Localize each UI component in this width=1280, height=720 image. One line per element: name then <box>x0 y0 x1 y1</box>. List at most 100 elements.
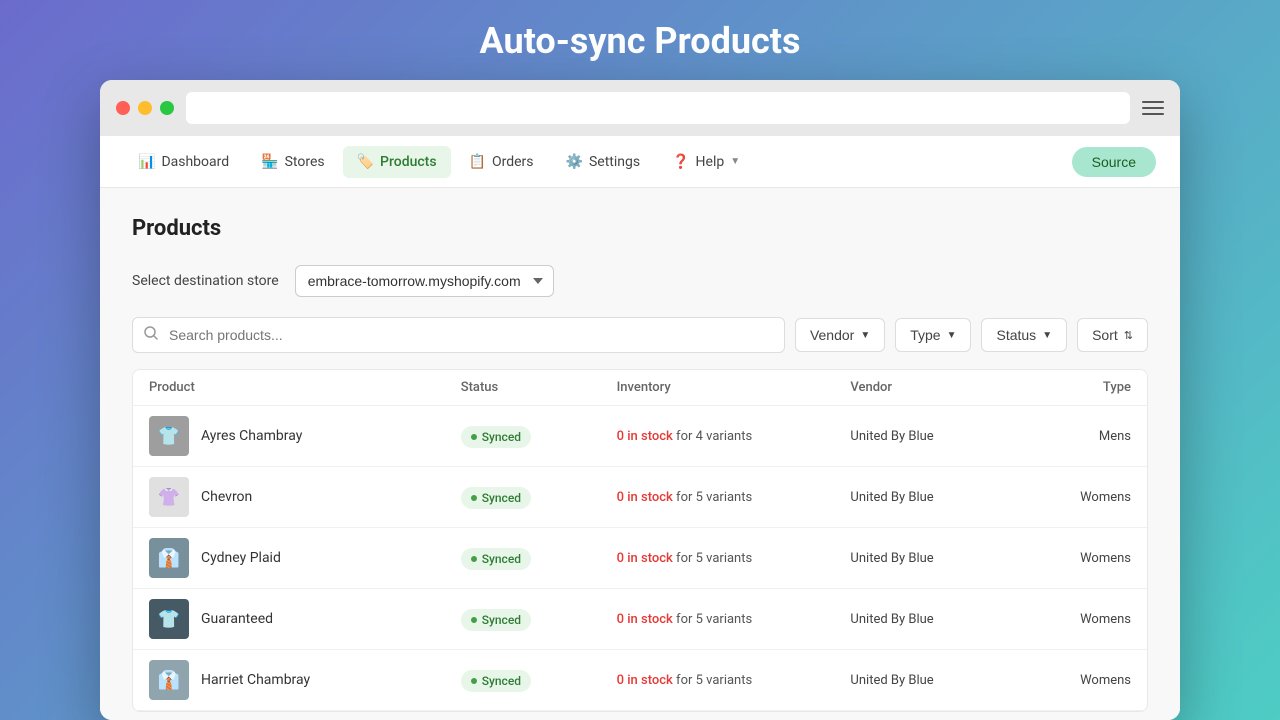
close-button[interactable] <box>116 101 130 115</box>
vendor-cell: United By Blue <box>850 612 1006 627</box>
table-body: 👕 Ayres Chambray Synced 0 in stock for 4… <box>133 406 1147 711</box>
nav-products-label: Products <box>380 154 437 170</box>
status-dot-icon <box>471 617 477 623</box>
filters-row: Vendor ▼ Type ▼ Status ▼ Sort ⇅ <box>132 317 1148 353</box>
product-thumbnail: 👕 <box>149 599 189 639</box>
main-content: Products Select destination store embrac… <box>100 188 1180 720</box>
type-cell: Womens <box>1006 673 1131 688</box>
settings-icon: ⚙️ <box>566 154 583 170</box>
table-row[interactable]: 👔 Harriet Chambray Synced 0 in stock for… <box>133 650 1147 711</box>
product-thumbnail: 👔 <box>149 660 189 700</box>
type-filter-button[interactable]: Type ▼ <box>895 318 971 352</box>
stores-icon: 🏪 <box>261 154 278 170</box>
product-name: Ayres Chambray <box>201 428 302 444</box>
status-cell: Synced <box>461 608 617 631</box>
address-bar[interactable] <box>186 92 1130 124</box>
minimize-button[interactable] <box>138 101 152 115</box>
vendor-cell: United By Blue <box>850 490 1006 505</box>
search-input[interactable] <box>132 317 785 353</box>
product-thumbnail: 👚 <box>149 477 189 517</box>
status-dot-icon <box>471 434 477 440</box>
status-cell: Synced <box>461 425 617 448</box>
source-button[interactable]: Source <box>1072 147 1156 177</box>
out-of-stock-text: 0 in stock <box>617 490 673 505</box>
table-row[interactable]: 👚 Chevron Synced 0 in stock for 5 varian… <box>133 467 1147 528</box>
inventory-cell: 0 in stock for 4 variants <box>617 429 851 444</box>
inventory-cell: 0 in stock for 5 variants <box>617 490 851 505</box>
sort-icon: ⇅ <box>1124 329 1133 342</box>
vendor-chevron-icon: ▼ <box>860 330 870 341</box>
type-cell: Mens <box>1006 429 1131 444</box>
app-content: 📊 Dashboard 🏪 Stores 🏷️ Products 📋 Order… <box>100 136 1180 720</box>
inventory-cell: 0 in stock for 5 variants <box>617 551 851 566</box>
product-name: Harriet Chambray <box>201 672 310 688</box>
product-name: Cydney Plaid <box>201 550 281 566</box>
type-cell: Womens <box>1006 612 1131 627</box>
nav-item-orders[interactable]: 📋 Orders <box>455 146 548 178</box>
status-chevron-icon: ▼ <box>1042 330 1052 341</box>
status-filter-button[interactable]: Status ▼ <box>981 318 1067 352</box>
table-row[interactable]: 👔 Cydney Plaid Synced 0 in stock for 5 v… <box>133 528 1147 589</box>
nav-item-products[interactable]: 🏷️ Products <box>343 146 451 178</box>
type-cell: Womens <box>1006 490 1131 505</box>
status-dot-icon <box>471 678 477 684</box>
status-badge: Synced <box>461 487 531 509</box>
traffic-lights <box>116 101 174 115</box>
page-title: Auto-sync Products <box>480 20 801 62</box>
fullscreen-button[interactable] <box>160 101 174 115</box>
help-icon: ❓ <box>672 154 689 170</box>
orders-icon: 📋 <box>469 154 486 170</box>
col-type: Type <box>1006 380 1131 395</box>
section-heading: Products <box>132 216 1148 241</box>
nav-item-settings[interactable]: ⚙️ Settings <box>552 146 655 178</box>
nav-item-dashboard[interactable]: 📊 Dashboard <box>124 146 243 178</box>
status-cell: Synced <box>461 486 617 509</box>
status-cell: Synced <box>461 669 617 692</box>
out-of-stock-text: 0 in stock <box>617 551 673 566</box>
type-filter-label: Type <box>910 327 940 343</box>
status-dot-icon <box>471 556 477 562</box>
search-icon <box>144 326 158 344</box>
out-of-stock-text: 0 in stock <box>617 429 673 444</box>
store-selector-label: Select destination store <box>132 273 279 289</box>
browser-window: 📊 Dashboard 🏪 Stores 🏷️ Products 📋 Order… <box>100 80 1180 720</box>
products-icon: 🏷️ <box>357 154 374 170</box>
product-name: Guaranteed <box>201 611 273 627</box>
sort-button[interactable]: Sort ⇅ <box>1077 318 1148 352</box>
product-cell: 👔 Cydney Plaid <box>149 538 461 578</box>
vendor-filter-button[interactable]: Vendor ▼ <box>795 318 885 352</box>
type-chevron-icon: ▼ <box>947 330 957 341</box>
table-row[interactable]: 👕 Guaranteed Synced 0 in stock for 5 var… <box>133 589 1147 650</box>
product-cell: 👕 Guaranteed <box>149 599 461 639</box>
status-badge: Synced <box>461 670 531 692</box>
col-vendor: Vendor <box>850 380 1006 395</box>
nav-stores-label: Stores <box>285 154 325 170</box>
nav-dashboard-label: Dashboard <box>161 154 229 170</box>
table-header: Product Status Inventory Vendor Type <box>133 370 1147 406</box>
product-name: Chevron <box>201 489 252 505</box>
nav-help-label: Help <box>696 154 725 170</box>
nav-item-stores[interactable]: 🏪 Stores <box>247 146 338 178</box>
nav-item-help[interactable]: ❓ Help ▼ <box>658 146 754 178</box>
product-cell: 👚 Chevron <box>149 477 461 517</box>
product-cell: 👕 Ayres Chambray <box>149 416 461 456</box>
product-thumbnail: 👕 <box>149 416 189 456</box>
vendor-cell: United By Blue <box>850 429 1006 444</box>
vendor-cell: United By Blue <box>850 673 1006 688</box>
store-selector-row: Select destination store embrace-tomorro… <box>132 265 1148 297</box>
inventory-cell: 0 in stock for 5 variants <box>617 612 851 627</box>
sort-label: Sort <box>1092 327 1118 343</box>
status-badge: Synced <box>461 609 531 631</box>
out-of-stock-text: 0 in stock <box>617 612 673 627</box>
table-row[interactable]: 👕 Ayres Chambray Synced 0 in stock for 4… <box>133 406 1147 467</box>
status-cell: Synced <box>461 547 617 570</box>
status-dot-icon <box>471 495 477 501</box>
vendor-filter-label: Vendor <box>810 327 854 343</box>
search-wrapper <box>132 317 785 353</box>
store-selector[interactable]: embrace-tomorrow.myshopify.com <box>295 265 554 297</box>
menu-button[interactable] <box>1142 101 1164 115</box>
col-product: Product <box>149 380 461 395</box>
vendor-cell: United By Blue <box>850 551 1006 566</box>
nav-settings-label: Settings <box>589 154 640 170</box>
status-badge: Synced <box>461 426 531 448</box>
